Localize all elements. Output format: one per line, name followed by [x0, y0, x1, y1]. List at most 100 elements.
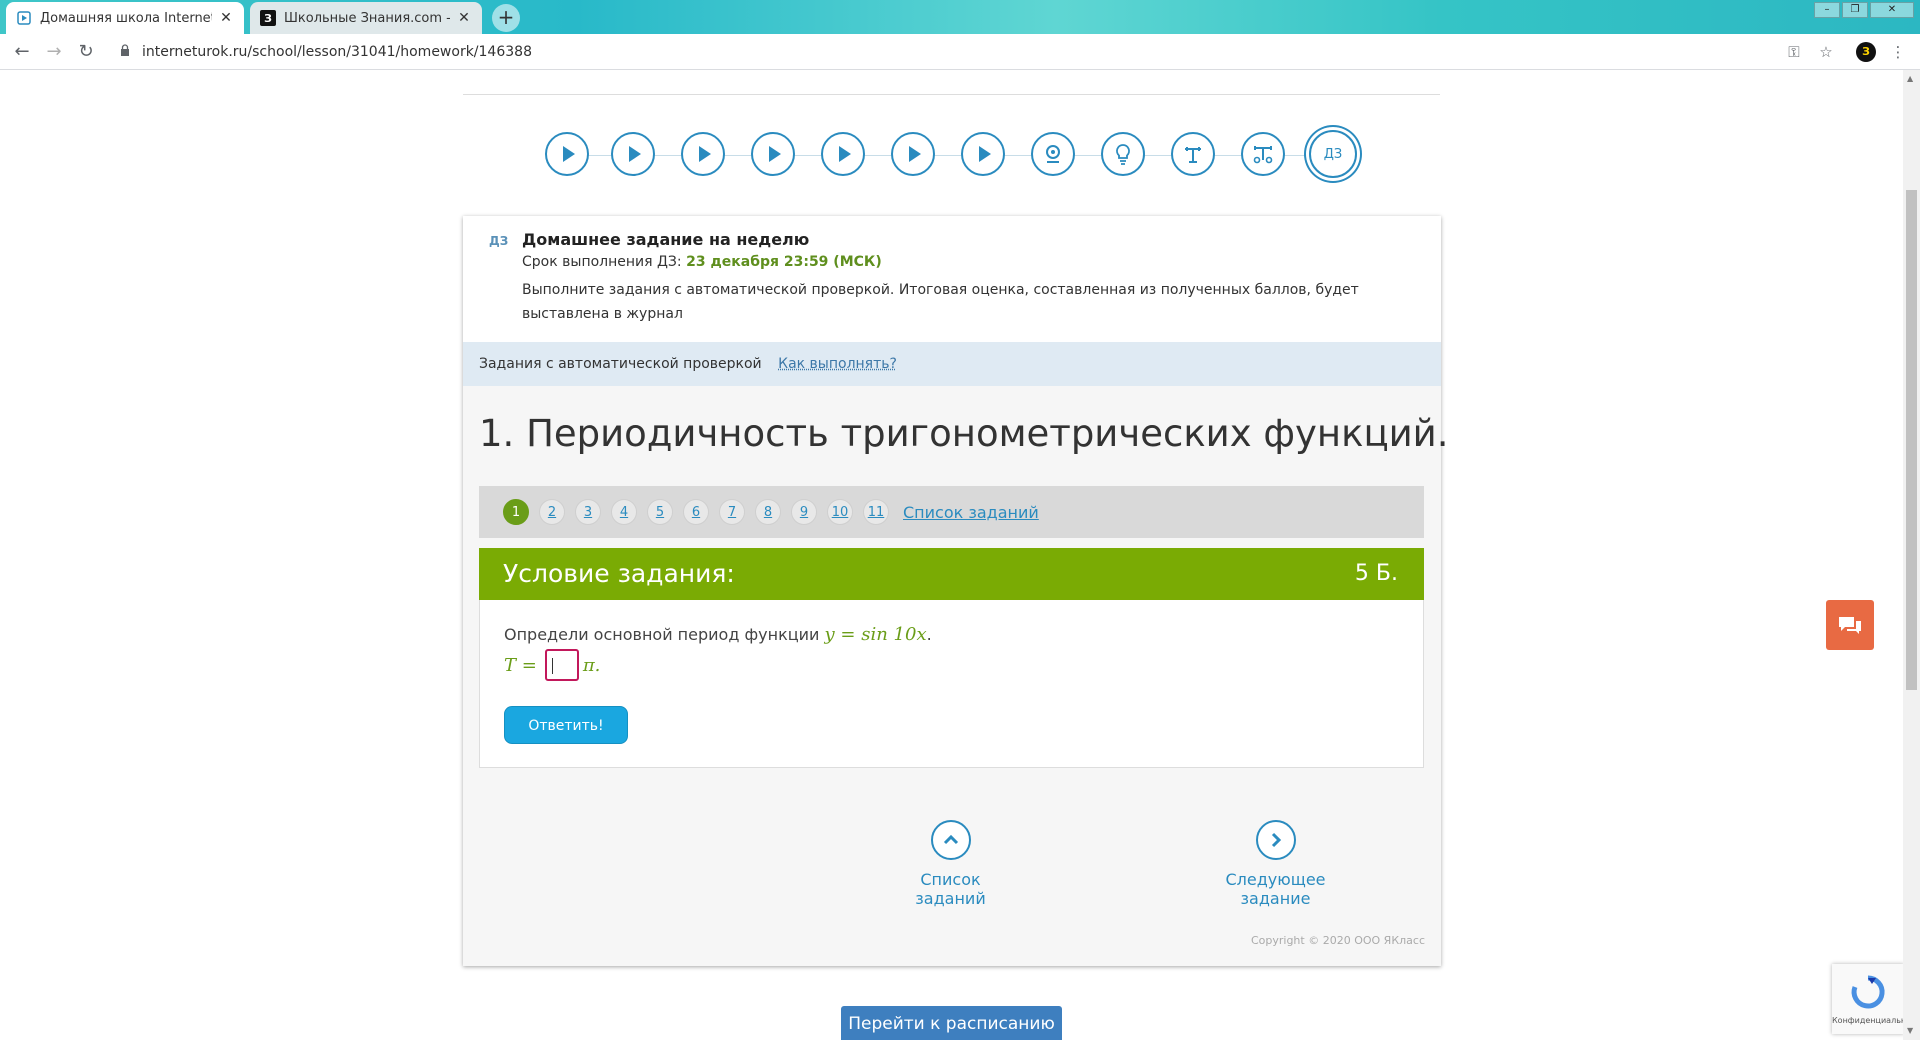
points-badge: 5 Б.: [1354, 561, 1398, 586]
chevron-right-icon: [1255, 820, 1296, 860]
step-video-6[interactable]: [891, 132, 935, 176]
scroll-down-icon[interactable]: ▼: [1907, 1026, 1913, 1035]
step-video-7[interactable]: [961, 132, 1005, 176]
step-video-4[interactable]: [751, 132, 795, 176]
task-list-link[interactable]: Список заданий: [903, 503, 1039, 522]
tab-title: Школьные Знания.com - Решае: [284, 10, 450, 26]
back-arrow-icon[interactable]: ←: [10, 40, 34, 64]
answer-row: T = π.: [504, 648, 600, 682]
step-trainer[interactable]: [1171, 132, 1215, 176]
play-icon: [978, 146, 991, 162]
step-video-3[interactable]: [681, 132, 725, 176]
reload-icon[interactable]: ↻: [74, 40, 98, 64]
step-homework[interactable]: ДЗ: [1309, 130, 1357, 178]
page-8[interactable]: 8: [755, 499, 781, 525]
how-to-link[interactable]: Как выполнять?: [778, 356, 897, 372]
homework-title: Домашнее задание на неделю: [522, 230, 810, 249]
page-11[interactable]: 11: [863, 499, 889, 525]
play-icon: [562, 146, 575, 162]
step-trainer-advanced[interactable]: [1241, 132, 1285, 176]
play-icon: [908, 146, 921, 162]
chat-icon: [1839, 617, 1861, 634]
page-6[interactable]: 6: [683, 499, 709, 525]
chat-button[interactable]: [1826, 600, 1874, 650]
homework-tag: ДЗ: [489, 234, 509, 248]
browser-tab-interneturok[interactable]: Домашняя школа InternetUrok.r ✕: [6, 2, 244, 34]
address-bar: ← → ↻ interneturok.ru/school/lesson/3104…: [0, 34, 1920, 70]
tab-title: Домашняя школа InternetUrok.r: [40, 10, 212, 26]
question-label: Определи основной период функции: [504, 625, 820, 644]
auto-check-bar: Задания с автоматической проверкой Как в…: [463, 342, 1441, 386]
deadline-label: Срок выполнения ДЗ:: [522, 254, 682, 270]
task-list-nav[interactable]: Список заданий: [883, 820, 1018, 908]
page-2[interactable]: 2: [539, 499, 565, 525]
step-webcam[interactable]: [1031, 132, 1075, 176]
condition-header: Условие задания: 5 Б.: [479, 548, 1424, 600]
step-video-2[interactable]: [611, 132, 655, 176]
page-5[interactable]: 5: [647, 499, 673, 525]
question-text: Определи основной период функции y = sin…: [504, 624, 932, 645]
chevron-up-icon: [930, 820, 971, 860]
recaptcha-icon: [1851, 975, 1885, 1009]
page-1[interactable]: 1: [503, 499, 529, 525]
page-10[interactable]: 10: [827, 499, 853, 525]
step-video-1[interactable]: [545, 132, 589, 176]
page-4[interactable]: 4: [611, 499, 637, 525]
question-end: .: [926, 625, 932, 644]
close-window-icon[interactable]: ✕: [1870, 2, 1914, 18]
maximize-icon[interactable]: ❐: [1842, 2, 1868, 18]
recaptcha-badge[interactable]: Конфиденциальнос: [1832, 964, 1915, 1034]
lightbulb-icon: [1116, 144, 1130, 165]
step-notes[interactable]: [1101, 132, 1145, 176]
page-scrollbar[interactable]: ▲ ▼: [1903, 70, 1920, 1040]
next-task-nav-label: Следующее задание: [1225, 870, 1326, 908]
znanija-favicon-icon: З: [260, 10, 276, 26]
answer-input[interactable]: [544, 649, 579, 681]
page-9[interactable]: 9: [791, 499, 817, 525]
question-formula: y = sin 10x: [824, 624, 927, 645]
scroll-up-icon[interactable]: ▲: [1907, 74, 1913, 83]
page-3[interactable]: 3: [575, 499, 601, 525]
task-pager: 1 2 3 4 5 6 7 8 9 10 11 Список заданий: [479, 486, 1424, 538]
task-list-nav-label: Список заданий: [915, 870, 986, 908]
page-7[interactable]: 7: [719, 499, 745, 525]
lock-icon: [120, 38, 130, 66]
homework-card: ДЗ Домашнее задание на неделю Срок выпол…: [463, 216, 1448, 966]
new-tab-button[interactable]: +: [492, 4, 520, 32]
browser-tab-znanija[interactable]: З Школьные Знания.com - Решае ✕: [250, 2, 482, 34]
page-content: ДЗ ДЗ Домашнее задание на неделю Срок вы…: [0, 70, 1900, 1040]
trainer-advanced-icon: [1253, 146, 1273, 164]
star-icon[interactable]: ☆: [1814, 40, 1838, 64]
webcam-icon: [1046, 145, 1060, 163]
question-box: Определи основной период функции y = sin…: [479, 600, 1424, 768]
divider: [463, 94, 1440, 95]
go-to-schedule-button[interactable]: Перейти к расписанию: [841, 1006, 1062, 1040]
answer-suffix: π.: [582, 654, 601, 676]
answer-button[interactable]: Ответить!: [504, 706, 628, 744]
step-video-5[interactable]: [821, 132, 865, 176]
play-icon: [628, 146, 641, 162]
close-tab-icon[interactable]: ✕: [456, 10, 472, 26]
copyright: Copyright © 2020 ООО ЯКласс: [1250, 934, 1425, 947]
close-tab-icon[interactable]: ✕: [218, 10, 234, 26]
scrollbar-thumb[interactable]: [1906, 190, 1917, 690]
profile-avatar[interactable]: З: [1856, 42, 1876, 62]
auto-check-label: Задания с автоматической проверкой: [479, 356, 762, 372]
homework-deadline: Срок выполнения ДЗ: 23 декабря 23:59 (МС…: [522, 254, 882, 270]
play-favicon-icon: [16, 10, 32, 26]
minimize-icon[interactable]: –: [1814, 2, 1840, 18]
condition-label: Условие задания:: [503, 559, 735, 588]
homework-description: Выполните задания с автоматической прове…: [522, 282, 1359, 322]
next-task-nav[interactable]: Следующее задание: [1193, 820, 1358, 908]
play-icon: [768, 146, 781, 162]
answer-prefix: T =: [504, 654, 537, 676]
window-controls: – ❐ ✕: [1814, 2, 1914, 18]
key-icon[interactable]: ⚿: [1782, 40, 1806, 64]
menu-dots-icon[interactable]: ⋮: [1886, 40, 1910, 64]
trainer-icon: [1185, 147, 1201, 163]
url-field[interactable]: interneturok.ru/school/lesson/31041/home…: [116, 38, 1816, 66]
forward-arrow-icon[interactable]: →: [42, 40, 66, 64]
play-icon: [838, 146, 851, 162]
task-title: 1. Периодичность тригонометрических функ…: [479, 412, 1449, 455]
play-icon: [698, 146, 711, 162]
